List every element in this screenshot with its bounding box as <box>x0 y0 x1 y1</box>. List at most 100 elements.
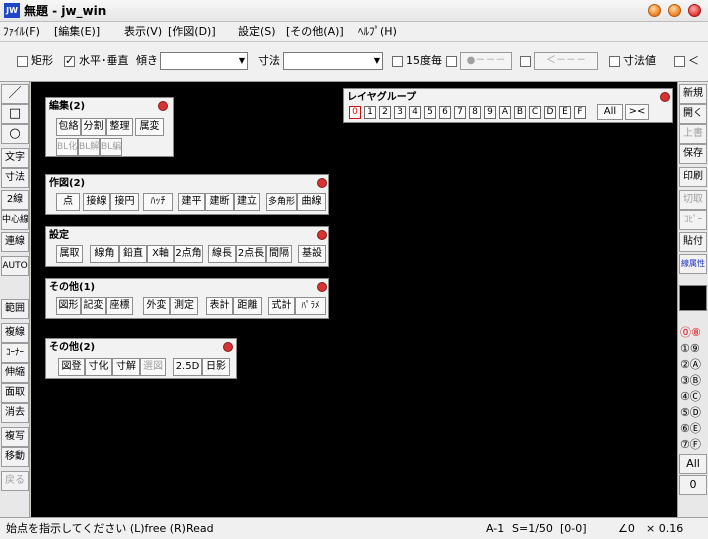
block-release-button[interactable]: BL解 <box>78 138 100 156</box>
figure-button[interactable]: 図形 <box>56 297 81 315</box>
lt-checkbox[interactable] <box>674 56 685 67</box>
zoom-factor[interactable]: × 0.16 <box>646 522 683 536</box>
layer-3-b[interactable]: ③Ⓑ <box>680 374 707 387</box>
range-tool-button[interactable]: 範囲 <box>1 299 29 319</box>
close-icon[interactable] <box>660 92 670 102</box>
two-point-angle-button[interactable]: 2点角 <box>174 245 203 263</box>
layer-group-collapse-button[interactable]: >< <box>625 104 649 120</box>
maximize-icon[interactable] <box>668 4 681 17</box>
envelope-button[interactable]: 包絡 <box>56 118 81 136</box>
undo-button[interactable]: 戻る <box>1 471 29 491</box>
move-tool-button[interactable]: 移動 <box>1 447 29 467</box>
shadow-button[interactable]: 日影 <box>202 358 230 376</box>
layer-5-d[interactable]: ⑤Ⓓ <box>680 406 707 419</box>
symbol-change-button[interactable]: 記変 <box>81 297 106 315</box>
layer-7-f[interactable]: ⑦Ⓕ <box>680 438 707 451</box>
hatch-button[interactable]: ﾊｯﾁ <box>143 193 173 211</box>
line-angle-button[interactable]: 線角 <box>90 245 119 263</box>
base-setting-button[interactable]: 基設 <box>298 245 326 263</box>
paper-size[interactable]: A-1 <box>486 522 504 536</box>
line-length-button[interactable]: 線長 <box>208 245 236 263</box>
copy-button[interactable]: ｺﾋﾟｰ <box>679 210 707 230</box>
tangent-circle-button[interactable]: 接円 <box>110 193 139 211</box>
dimension-tool-button[interactable]: 寸法 <box>1 168 29 188</box>
chamfer-tool-button[interactable]: 面取 <box>1 383 29 403</box>
rect-tool-button[interactable]: □ <box>1 104 29 124</box>
paste-button[interactable]: 貼付 <box>679 232 707 252</box>
double-line-tool-button[interactable]: 2線 <box>1 190 29 210</box>
scale-value[interactable]: S=1/50 <box>512 522 553 536</box>
close-icon[interactable] <box>317 178 327 188</box>
tangent-line-button[interactable]: 接線 <box>83 193 110 211</box>
offset-tool-button[interactable]: 複線 <box>1 323 29 343</box>
layer-group-a[interactable]: A <box>499 106 511 119</box>
horizontal-vertical-checkbox[interactable] <box>64 54 75 67</box>
connect-line-tool-button[interactable]: 連線 <box>1 232 29 252</box>
cut-button[interactable]: 切取 <box>679 190 707 210</box>
coordinate-button[interactable]: 座標 <box>106 297 133 315</box>
menu-help[interactable]: ﾍﾙﾌﾟ(H) <box>358 25 397 39</box>
line-tool-button[interactable]: ／ <box>1 84 29 104</box>
layer-group-c[interactable]: C <box>529 106 541 119</box>
attribute-change-button[interactable]: 属変 <box>135 118 164 136</box>
layer-group-8[interactable]: 8 <box>469 106 481 119</box>
angle-value[interactable]: ∠0 <box>618 522 635 536</box>
figure-register-button[interactable]: 図登 <box>58 358 85 376</box>
curve-button[interactable]: 曲線 <box>297 193 326 211</box>
layer-2-a[interactable]: ②Ⓐ <box>680 358 707 371</box>
layer-group-b[interactable]: B <box>514 106 526 119</box>
layer-0-8[interactable]: ⓪⑧ <box>680 326 707 339</box>
block-make-button[interactable]: BL化 <box>56 138 78 156</box>
parametric-button[interactable]: ﾊﾟﾗﾒ <box>295 297 326 315</box>
point-button[interactable]: 点 <box>56 193 80 211</box>
attribute-get-button[interactable]: 属取 <box>56 245 83 263</box>
block-edit-button[interactable]: BL編 <box>100 138 122 156</box>
corner-tool-button[interactable]: ｺｰﾅｰ <box>1 343 29 363</box>
x-axis-button[interactable]: X軸 <box>147 245 174 263</box>
menu-other[interactable]: [その他(A)] <box>286 25 344 39</box>
section-button[interactable]: 建断 <box>205 193 234 211</box>
table-calc-button[interactable]: 表計 <box>206 297 233 315</box>
open-file-button[interactable]: 開く <box>679 104 707 124</box>
layer-group-1[interactable]: 1 <box>364 106 376 119</box>
layer-group-4[interactable]: 4 <box>409 106 421 119</box>
dimension-make-button[interactable]: 寸化 <box>85 358 112 376</box>
split-button[interactable]: 分割 <box>81 118 106 136</box>
close-icon[interactable] <box>317 282 327 292</box>
copy-tool-button[interactable]: 複写 <box>1 427 29 447</box>
view-25d-button[interactable]: 2.5D <box>173 358 202 376</box>
layer-group-6[interactable]: 6 <box>439 106 451 119</box>
layer-1-9[interactable]: ①⑨ <box>680 342 707 355</box>
minimize-icon[interactable] <box>648 4 661 17</box>
layer-4-c[interactable]: ④Ⓒ <box>680 390 707 403</box>
menu-view[interactable]: 表示(V) <box>124 25 162 39</box>
close-icon[interactable] <box>317 230 327 240</box>
dimension-release-button[interactable]: 寸解 <box>112 358 140 376</box>
auto-tool-button[interactable]: AUTO <box>1 256 29 276</box>
select-figure-button[interactable]: 選図 <box>140 358 166 376</box>
two-point-length-button[interactable]: 2点長 <box>236 245 266 263</box>
erase-tool-button[interactable]: 消去 <box>1 403 29 423</box>
layer-group-d[interactable]: D <box>544 106 556 119</box>
layer-group-0[interactable]: 0 <box>349 106 361 119</box>
polygon-button[interactable]: 多角形 <box>266 193 297 211</box>
close-icon[interactable] <box>223 342 233 352</box>
menu-settings[interactable]: 設定(S) <box>238 25 276 39</box>
line-attribute-button[interactable]: 線属性 <box>679 254 707 274</box>
stretch-tool-button[interactable]: 伸縮 <box>1 363 29 383</box>
layer-group-e[interactable]: E <box>559 106 571 119</box>
center-line-tool-button[interactable]: 中心線 <box>1 210 29 230</box>
elevation-button[interactable]: 建立 <box>234 193 260 211</box>
formula-calc-button[interactable]: 式計 <box>268 297 295 315</box>
deg15-checkbox[interactable] <box>392 56 403 67</box>
new-file-button[interactable]: 新規 <box>679 84 707 104</box>
layer-group-5[interactable]: 5 <box>424 106 436 119</box>
vertical-button[interactable]: 鉛直 <box>119 245 147 263</box>
menu-file[interactable]: ﾌｧｲﾙ(F) <box>3 25 40 39</box>
close-icon[interactable] <box>688 4 701 17</box>
save-button[interactable]: 保存 <box>679 144 707 164</box>
layer-group-2[interactable]: 2 <box>379 106 391 119</box>
layer-group-all-button[interactable]: All <box>597 104 623 120</box>
layer-status[interactable]: [0-0] <box>560 522 587 536</box>
overwrite-button[interactable]: 上書 <box>679 124 707 144</box>
